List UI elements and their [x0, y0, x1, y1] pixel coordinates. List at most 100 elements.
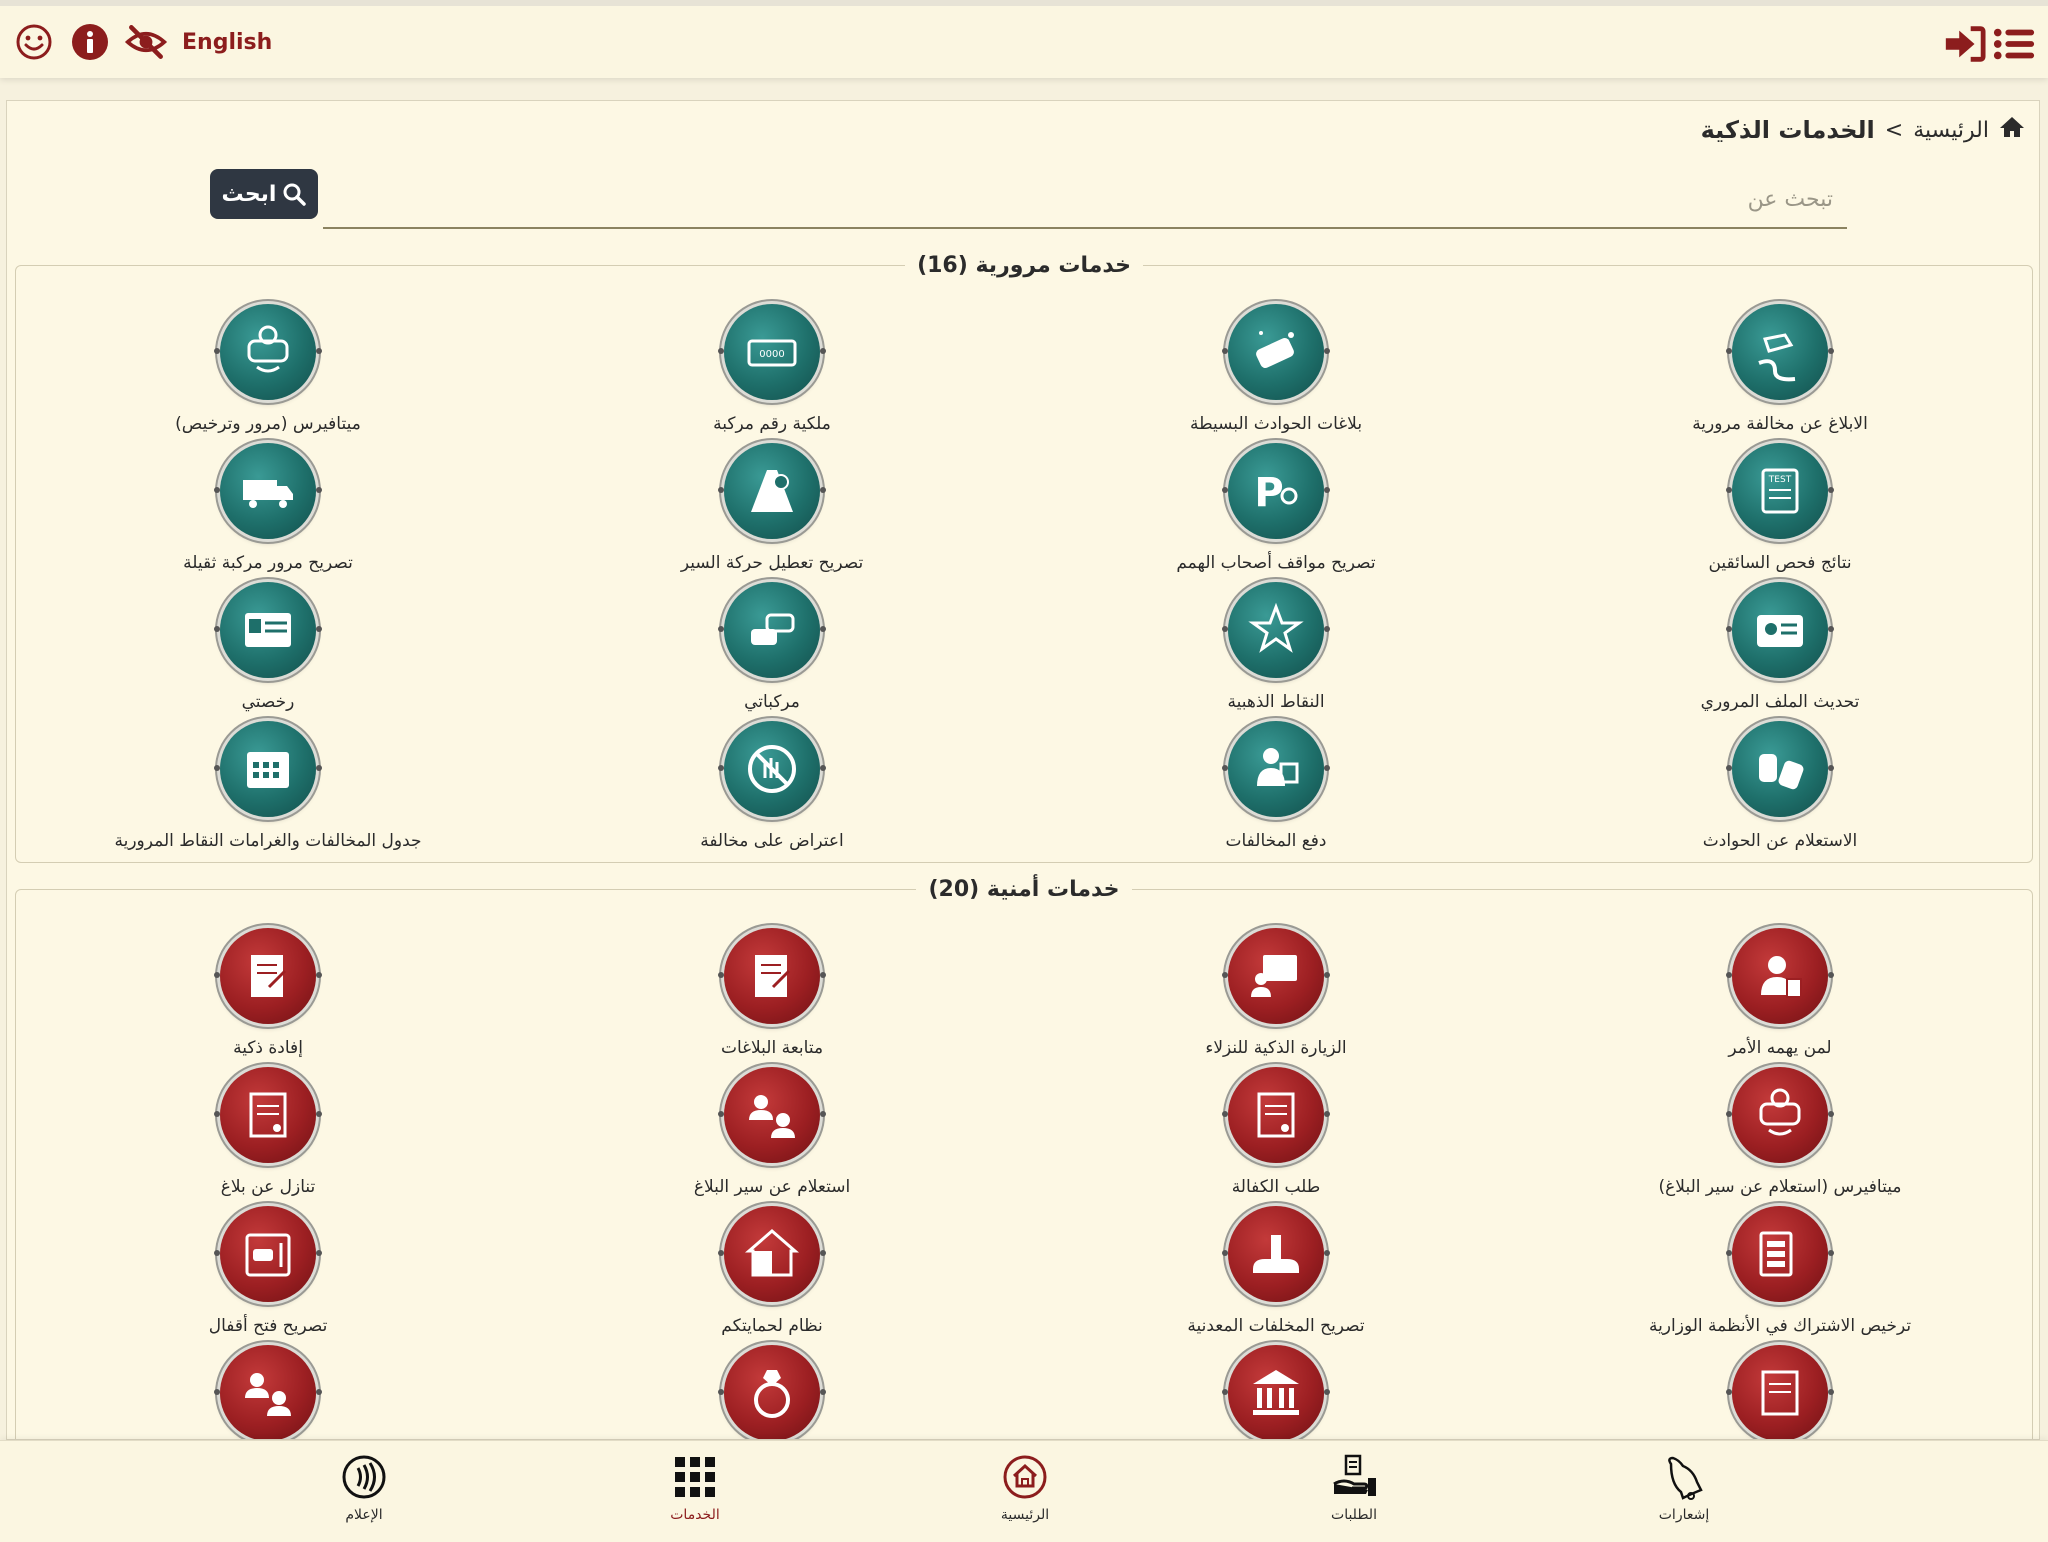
service-label: اعتراض على مخالفة	[700, 831, 844, 851]
service-tile[interactable]: تصريح فتح أقفال	[16, 1206, 520, 1345]
breadcrumb-home[interactable]: الرئيسية	[1913, 118, 1989, 143]
service-label: مركباتي	[744, 692, 800, 712]
calendar-table-icon[interactable]	[214, 721, 322, 817]
eye-slash-icon[interactable]	[124, 20, 168, 64]
document-icon[interactable]	[1726, 1345, 1834, 1439]
service-tile[interactable]: مركباتي	[520, 582, 1024, 721]
service-tile[interactable]: دفع المخالفات	[1024, 721, 1528, 860]
people-exchange-icon[interactable]	[718, 1067, 826, 1163]
statement-icon[interactable]	[214, 928, 322, 1024]
ring-icon[interactable]	[718, 1345, 826, 1439]
officer-payment-icon[interactable]	[1222, 721, 1330, 817]
bail-document-icon[interactable]	[1222, 1067, 1330, 1163]
service-tile[interactable]: نظام لحمايتكم	[520, 1206, 1024, 1345]
service-tile[interactable]: متابعة البلاغات	[520, 928, 1024, 1067]
license-plate-icon[interactable]: 0000	[718, 304, 826, 400]
service-label: تصريح مواقف أصحاب الهمم	[1176, 553, 1376, 573]
service-label: بلاغات الحوادث البسيطة	[1189, 414, 1363, 434]
bank-icon[interactable]	[1222, 1345, 1330, 1439]
nav-item-requests[interactable]: الطلبات	[1299, 1451, 1409, 1523]
home-icon	[999, 1451, 1051, 1503]
service-tile[interactable]: الزيارة الذكية للنزلاء	[1024, 928, 1528, 1067]
search-button-label: ابحث	[221, 181, 277, 207]
waiver-document-icon[interactable]	[214, 1067, 322, 1163]
nav-label: إشعارات	[1658, 1507, 1710, 1523]
service-tile[interactable]: رخصتي	[16, 582, 520, 721]
person-document-icon[interactable]	[1726, 928, 1834, 1024]
service-tile[interactable]: طلب الكفالة	[1024, 1067, 1528, 1206]
service-tile[interactable]: تحديث الملف المروري	[1528, 582, 2032, 721]
service-tile[interactable]: تصريح تعطيل حركة السير	[520, 443, 1024, 582]
id-card-icon[interactable]	[1726, 582, 1834, 678]
top-bar: English	[0, 0, 2048, 78]
driving-license-icon[interactable]	[214, 582, 322, 678]
service-label: النقاط الذهبية	[1227, 692, 1325, 712]
service-label: متابعة البلاغات	[720, 1038, 824, 1058]
service-tile[interactable]: ميتافيرس (مرور وترخيص)	[16, 304, 520, 443]
service-tile[interactable]: جدول المخالفات والغرامات النقاط المرورية	[16, 721, 520, 860]
report-followup-icon[interactable]	[718, 928, 826, 1024]
service-tile[interactable]: الابلاغ عن مخالفة مرورية	[1528, 304, 2032, 443]
cars-icon[interactable]	[718, 582, 826, 678]
service-tile[interactable]: النقاط الذهبية	[1024, 582, 1528, 721]
svg-text:TEST: TEST	[1768, 475, 1792, 485]
truck-icon[interactable]	[214, 443, 322, 539]
search-input[interactable]	[323, 171, 1847, 227]
car-crash-icon[interactable]	[1222, 304, 1330, 400]
service-tile[interactable]	[520, 1345, 1024, 1439]
vr-headset-icon[interactable]	[1726, 1067, 1834, 1163]
home-shield-icon[interactable]	[718, 1206, 826, 1302]
service-tile[interactable]: تصريح المخلفات المعدنية	[1024, 1206, 1528, 1345]
nav-item-home[interactable]: الرئيسية	[970, 1451, 1080, 1523]
nav-item-notifications[interactable]: إشعارات	[1629, 1451, 1739, 1523]
smiley-icon[interactable]	[12, 20, 56, 64]
menu-icon[interactable]	[1992, 22, 2036, 66]
security-services-section: خدمات أمنية (20) لمن يهمه الأمر الزيارة ا…	[15, 877, 2033, 1439]
search-button[interactable]: ابحث	[210, 169, 318, 219]
car-swerve-icon[interactable]	[1726, 304, 1834, 400]
service-tile[interactable]: استعلام عن سير البلاغ	[520, 1067, 1024, 1206]
nav-item-services[interactable]: الخدمات	[640, 1451, 750, 1523]
service-label: تحديث الملف المروري	[1700, 692, 1860, 712]
systems-license-icon[interactable]	[1726, 1206, 1834, 1302]
service-tile[interactable]: ترخيص الاشتراك في الأنظمة الوزارية	[1528, 1206, 2032, 1345]
logout-icon[interactable]	[1942, 22, 1986, 66]
language-toggle[interactable]: English	[182, 30, 272, 55]
bell-icon	[1658, 1451, 1710, 1503]
safe-lock-icon[interactable]	[214, 1206, 322, 1302]
service-tile[interactable]: اعتراض على مخالفة	[520, 721, 1024, 860]
service-tile[interactable]: إفادة ذكية	[16, 928, 520, 1067]
service-tile[interactable]	[1024, 1345, 1528, 1439]
service-tile[interactable]: الاستعلام عن الحوادث	[1528, 721, 2032, 860]
test-sheet-icon[interactable]: TEST	[1726, 443, 1834, 539]
service-tile[interactable]: تصريح مرور مركبة ثقيلة	[16, 443, 520, 582]
breadcrumb: الرئيسية > الخدمات الذكية	[1701, 115, 2025, 145]
accessible-parking-icon[interactable]: P	[1222, 443, 1330, 539]
service-tile[interactable]: بلاغات الحوادث البسيطة	[1024, 304, 1528, 443]
video-visit-icon[interactable]	[1222, 928, 1330, 1024]
objection-hand-icon[interactable]	[718, 721, 826, 817]
service-label: تصريح المخلفات المعدنية	[1187, 1316, 1365, 1336]
info-icon[interactable]	[68, 20, 112, 64]
service-tile[interactable]: تنازل عن بلاغ	[16, 1067, 520, 1206]
road-block-icon[interactable]	[718, 443, 826, 539]
service-tile[interactable]	[16, 1345, 520, 1439]
service-tile[interactable]: 0000 ملكية رقم مركبة	[520, 304, 1024, 443]
hand-request-icon	[1328, 1451, 1380, 1503]
accident-inquiry-icon[interactable]	[1726, 721, 1834, 817]
section-title: خدمات مرورية (16)	[917, 253, 1131, 278]
nav-item-media[interactable]: الإعلام	[309, 1451, 419, 1523]
home-icon[interactable]	[1999, 115, 2025, 145]
top-bar-right	[1942, 22, 2036, 66]
people-exchange-icon[interactable]	[214, 1345, 322, 1439]
vr-headset-icon[interactable]	[214, 304, 322, 400]
nav-label: الطلبات	[1331, 1507, 1377, 1523]
service-tile[interactable]: لمن يهمه الأمر	[1528, 928, 2032, 1067]
service-tile[interactable]	[1528, 1345, 2032, 1439]
service-tile[interactable]: P تصريح مواقف أصحاب الهمم	[1024, 443, 1528, 582]
scrap-metal-icon[interactable]	[1222, 1206, 1330, 1302]
service-tile[interactable]: ميتافيرس (استعلام عن سير البلاغ)	[1528, 1067, 2032, 1206]
star-badge-icon[interactable]	[1222, 582, 1330, 678]
service-tile[interactable]: TEST نتائج فحص السائقين	[1528, 443, 2032, 582]
service-label: تصريح تعطيل حركة السير	[680, 553, 864, 573]
